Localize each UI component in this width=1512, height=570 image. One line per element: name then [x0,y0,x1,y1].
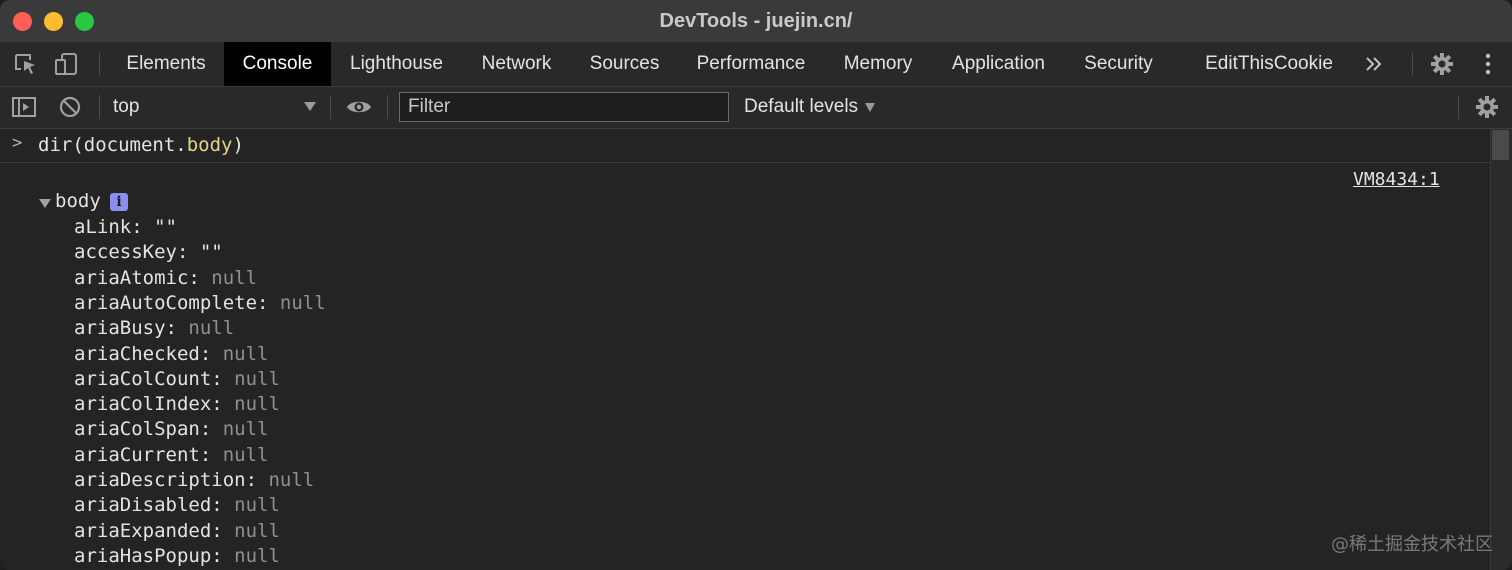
property-row[interactable]: ariaBusy: null [74,316,234,341]
info-icon[interactable]: i [110,193,128,211]
tabbar-divider-right [1412,52,1413,76]
property-value: null [234,494,280,517]
tab-network[interactable]: Network [462,42,571,86]
property-row[interactable]: ariaExpanded: null [74,519,280,544]
expand-triangle-icon[interactable] [39,199,51,208]
tab-security[interactable]: Security [1067,42,1170,86]
console-scrollbar[interactable] [1490,129,1512,570]
property-row[interactable]: ariaDisabled: null [74,493,280,518]
tab-sources[interactable]: Sources [573,42,676,86]
property-row[interactable]: aLink: "" [74,215,177,240]
property-key: ariaAtomic: [74,266,200,289]
command-suffix: ) [232,134,244,156]
property-value: null [234,393,280,416]
inspect-element-icon[interactable] [13,52,39,76]
property-value: null [234,519,280,542]
tab-editthiscookie[interactable]: EditThisCookie [1190,42,1348,86]
property-row[interactable]: ariaCurrent: null [74,443,269,468]
property-value: "" [199,241,223,264]
settings-gear-icon[interactable] [1429,52,1455,76]
property-value: null [234,544,280,567]
property-row[interactable]: ariaColCount: null [74,367,280,392]
property-value: null [279,291,326,314]
property-row[interactable]: ariaAtomic: null [74,266,257,291]
property-key: ariaHasPopup: [74,544,223,567]
clear-console-icon[interactable] [57,95,83,119]
property-key: ariaDescription: [74,469,258,491]
log-levels-dropdown[interactable]: Default levels [744,95,858,119]
property-value: "" [154,216,177,238]
property-key: ariaBusy: [74,317,177,340]
property-key: ariaColIndex: [74,393,223,416]
console-settings-gear-icon[interactable] [1474,95,1500,119]
filter-input[interactable] [399,92,729,122]
tab-memory[interactable]: Memory [826,42,930,86]
more-options-kebab-icon[interactable] [1475,52,1501,76]
context-selector[interactable]: top [113,95,323,119]
property-key: ariaExpanded: [74,519,223,542]
command-property: body [186,134,233,156]
console-command[interactable]: dir(document.body) [38,134,244,156]
context-dropdown-icon[interactable] [304,102,316,111]
property-key: aLink: [74,216,143,238]
property-key: ariaCurrent: [74,443,212,466]
tab-lighthouse[interactable]: Lighthouse [333,42,460,86]
toolbar-divider-3 [387,95,388,119]
console-toolbar: top Default levels [0,87,1512,129]
live-expression-eye-icon[interactable] [346,95,372,119]
property-value: null [188,317,235,340]
toolbar-divider-2 [330,95,331,119]
tab-console[interactable]: Console [224,42,331,86]
property-key: ariaAutoComplete: [74,291,269,314]
tab-application[interactable]: Application [932,42,1065,86]
property-value: null [211,266,258,289]
property-value: null [234,367,280,390]
property-key: ariaColSpan: [74,418,212,441]
property-row[interactable]: ariaHasPopup: null [74,544,280,569]
object-root-label[interactable]: body [55,190,101,212]
property-value: null [268,469,315,491]
more-tabs-icon[interactable] [1362,52,1388,76]
console-output: > dir(document.body) VM8434:1 body i aLi… [0,129,1490,570]
property-key: ariaColCount: [74,367,223,390]
panel-tab-bar: Elements Console Lighthouse Network Sour… [0,42,1512,87]
toolbar-divider [99,95,100,119]
property-row[interactable]: accessKey: "" [74,240,223,265]
tab-elements[interactable]: Elements [110,42,222,86]
property-row[interactable]: ariaAutoComplete: null [74,291,326,316]
property-key: ariaDisabled: [74,494,223,517]
devtools-window: DevTools - juejin.cn/ Elements Console L… [0,0,1512,570]
console-command-row: > dir(document.body) [0,129,1490,163]
property-row[interactable]: ariaColIndex: null [74,392,280,417]
title-bar: DevTools - juejin.cn/ [0,0,1512,42]
watermark: @稀土掘金技术社区 [1331,534,1493,555]
property-key: ariaChecked: [74,342,212,365]
scrollbar-thumb[interactable] [1492,130,1509,160]
window-title: DevTools - juejin.cn/ [659,10,853,32]
property-row[interactable]: ariaColSpan: null [74,417,269,442]
prompt-chevron-icon: > [12,133,23,153]
property-value: null [222,443,269,466]
tab-performance[interactable]: Performance [678,42,824,86]
toolbar-divider-4 [1458,95,1459,119]
property-row[interactable]: ariaChecked: null [74,342,269,367]
device-toolbar-icon[interactable] [54,52,80,76]
property-key: accessKey: [74,241,189,264]
levels-dropdown-icon[interactable] [865,103,875,112]
property-value: null [222,342,269,365]
tabbar-divider [99,52,100,76]
property-row[interactable]: ariaDescription: null [74,468,314,493]
property-value: null [222,418,269,441]
command-prefix: dir(document. [38,134,187,156]
source-location-link[interactable]: VM8434:1 [1353,169,1440,190]
show-sidebar-icon[interactable] [11,95,37,119]
